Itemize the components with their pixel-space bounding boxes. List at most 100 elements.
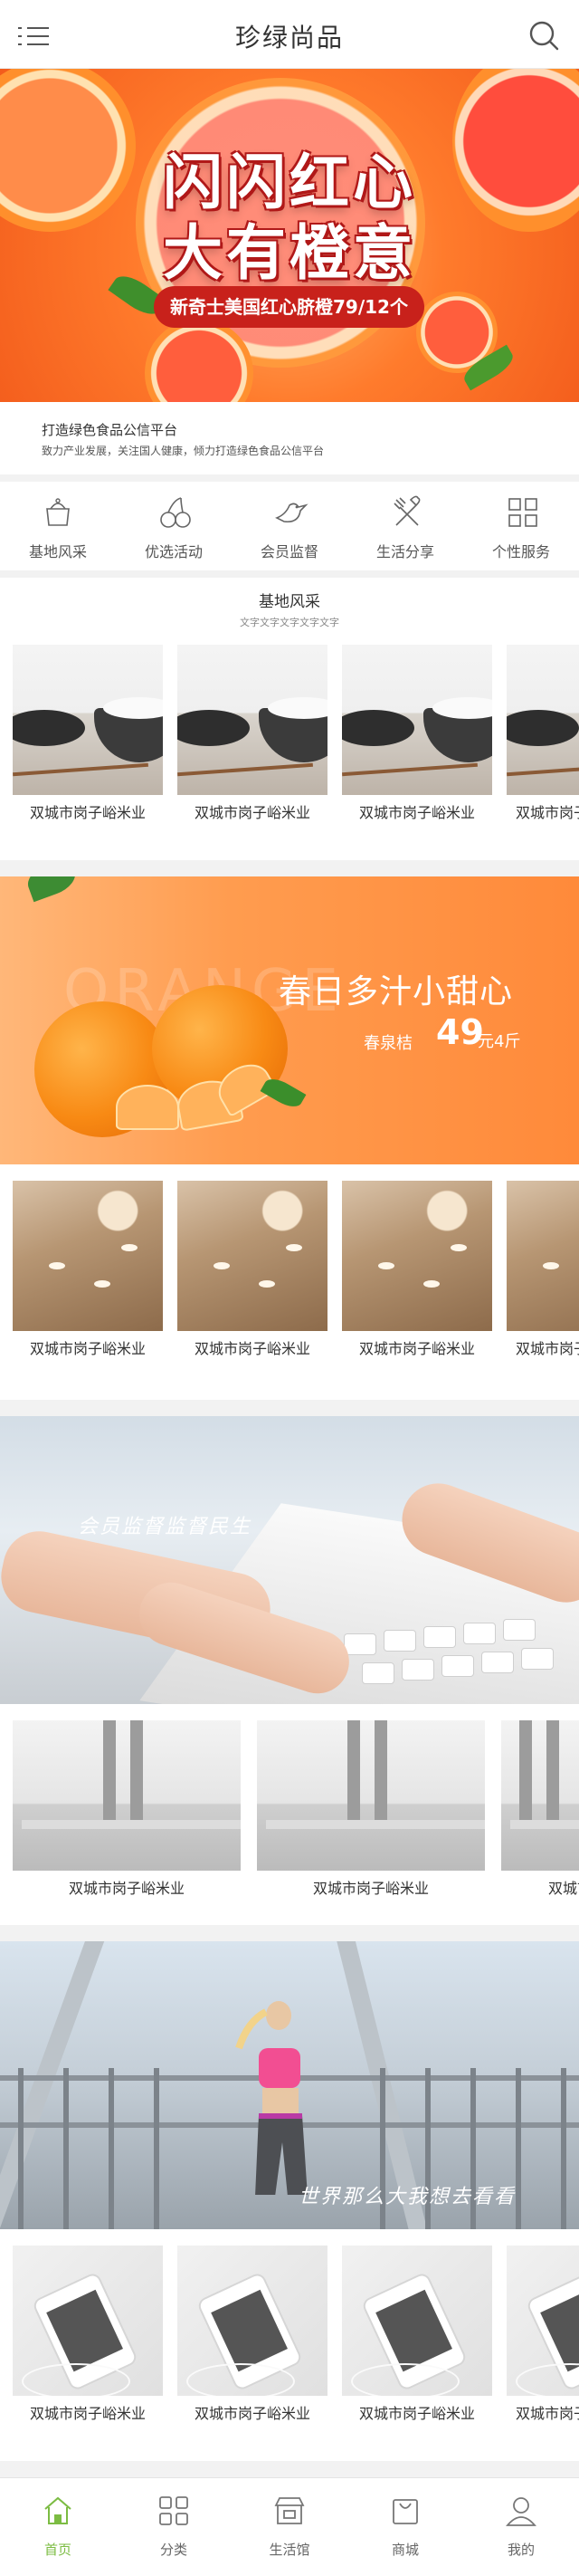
tab-home[interactable]: 首页 <box>0 2478 116 2576</box>
product-image <box>342 645 492 795</box>
banner-product-name: 春泉桔 <box>364 1034 413 1053</box>
nav-label: 优选活动 <box>144 543 203 560</box>
banner-slogan: 春日多汁小甜心 <box>279 973 514 1010</box>
tab-category[interactable]: 分类 <box>116 2478 232 2576</box>
divider <box>0 570 579 578</box>
home-icon <box>44 2496 71 2524</box>
product-image <box>13 1720 241 1871</box>
banner-price-unit: 元4斤 <box>478 1032 521 1051</box>
tab-lifestyle[interactable]: 生活馆 <box>232 2478 347 2576</box>
product-image <box>177 645 327 795</box>
nav-item-base[interactable]: 基地风采 <box>0 482 116 570</box>
category-icon <box>159 2496 188 2525</box>
product-card[interactable]: 双城市岗子峪米业 <box>507 2246 579 2437</box>
bottom-tab-bar: 首页 分类 生活馆 商城 我的 <box>0 2477 579 2575</box>
product-image <box>507 2246 579 2396</box>
bag-icon <box>393 2499 418 2524</box>
store-icon <box>274 2497 305 2524</box>
hero-banner[interactable]: 闪闪红心 大有橙意 新奇士美国红心脐橙79/12个 <box>0 69 579 402</box>
divider <box>0 1925 579 1941</box>
product-card[interactable]: 双城市岗子峪米业 <box>177 645 327 837</box>
product-image <box>13 645 163 795</box>
tab-label: 商城 <box>391 2542 419 2558</box>
nav-label: 基地风采 <box>28 543 87 560</box>
product-image <box>177 2246 327 2396</box>
nav-label: 生活分享 <box>375 543 434 560</box>
pot-icon <box>46 498 70 526</box>
tab-label: 分类 <box>159 2542 187 2558</box>
nav-item-service[interactable]: 个性服务 <box>463 482 579 570</box>
product-card[interactable]: 双城市岗子峪米业 <box>342 2246 492 2437</box>
product-image <box>507 645 579 795</box>
product-card[interactable]: 双城市岗子峪米业 <box>13 645 163 837</box>
nav-item-member[interactable]: 会员监督 <box>232 482 347 570</box>
product-caption: 双城市岗子峪米业 <box>358 1340 475 1357</box>
utensils-icon <box>394 495 421 526</box>
product-card[interactable]: 双城市岗子峪米业 <box>257 1720 485 1912</box>
tab-label: 我的 <box>507 2542 535 2558</box>
leaf-decoration <box>260 1073 307 1113</box>
product-caption: 双城市岗子峪米业 <box>516 2405 579 2422</box>
nav-label: 个性服务 <box>491 543 550 560</box>
divider <box>0 474 579 482</box>
tab-profile[interactable]: 我的 <box>463 2478 579 2576</box>
divider <box>0 1400 579 1416</box>
product-card[interactable]: 双城市岗子峪米业 <box>501 1720 579 1912</box>
product-image <box>13 1181 163 1331</box>
bird-icon <box>275 503 308 523</box>
product-card[interactable]: 双城市岗子峪米业 <box>177 1181 327 1373</box>
product-image <box>342 1181 492 1331</box>
product-row: 双城市岗子峪米业 双城市岗子峪米业 双城市岗子峪米业 双城市岗子峪米业 <box>0 645 579 837</box>
banner-price: 49 <box>436 1012 484 1052</box>
product-card[interactable]: 双城市岗子峪米业 <box>342 645 492 837</box>
bridge-beam <box>0 1941 113 2229</box>
product-caption: 双城市岗子峪米业 <box>29 1340 146 1357</box>
runner-image <box>235 2001 308 2195</box>
search-icon[interactable] <box>528 20 559 51</box>
product-caption: 双城市岗子峪米业 <box>358 804 475 821</box>
product-card[interactable]: 双城市岗子峪米业 <box>13 1181 163 1373</box>
product-caption: 双城市岗子峪米业 <box>68 1880 185 1897</box>
product-row: 双城市岗子峪米业 双城市岗子峪米业 双城市岗子峪米业 <box>0 1720 579 1912</box>
section-subtitle: 文字文字文字文字文字 <box>240 617 339 628</box>
promo-banner-runner[interactable]: 世界那么大我想去看看 <box>0 1941 579 2229</box>
intro-block: 打造绿色食品公信平台 致力产业发展，关注国人健康，倾力打造绿色食品公信平台 <box>0 402 579 474</box>
divider <box>0 860 579 876</box>
app-header: 珍绿尚品 <box>0 0 579 69</box>
product-image <box>342 2246 492 2396</box>
product-image <box>13 2246 163 2396</box>
nav-label: 会员监督 <box>260 543 318 560</box>
section-heading: 基地风采 文字文字文字文字文字 <box>0 589 579 629</box>
tab-mall[interactable]: 商城 <box>347 2478 463 2576</box>
hero-product-tag: 新奇士美国红心脐橙79/12个 <box>154 286 424 328</box>
nav-item-life[interactable]: 生活分享 <box>347 482 463 570</box>
product-caption: 双城市岗子峪米业 <box>29 2405 146 2422</box>
product-caption: 双城市岗子峪米业 <box>194 2405 310 2422</box>
product-caption: 双城市岗子峪米业 <box>194 804 310 821</box>
product-card[interactable]: 双城市岗子峪米业 <box>507 1181 579 1373</box>
product-image <box>507 1181 579 1331</box>
promo-banner-keyboard[interactable]: 会员监督监督民生 <box>0 1416 579 1704</box>
product-card[interactable]: 双城市岗子峪米业 <box>177 2246 327 2437</box>
product-caption: 双城市岗子峪米业 <box>516 1340 579 1357</box>
section-title: 基地风采 <box>259 593 320 611</box>
app-title: 珍绿尚品 <box>234 23 344 53</box>
product-image <box>257 1720 485 1871</box>
promo-banner-orange[interactable]: ORANGE 春日多汁小甜心 春泉桔 49 元4斤 <box>0 876 579 1164</box>
user-icon <box>506 2497 536 2526</box>
product-card[interactable]: 双城市岗子峪米业 <box>13 2246 163 2437</box>
product-row: 双城市岗子峪米业 双城市岗子峪米业 双城市岗子峪米业 双城市岗子峪米业 <box>0 1181 579 1373</box>
product-card[interactable]: 双城市岗子峪米业 <box>507 645 579 837</box>
product-card[interactable]: 双城市岗子峪米业 <box>342 1181 492 1373</box>
nav-item-activity[interactable]: 优选活动 <box>116 482 232 570</box>
divider <box>0 2461 579 2477</box>
cherry-icon <box>160 497 191 528</box>
product-card[interactable]: 双城市岗子峪米业 <box>13 1720 241 1912</box>
product-image <box>501 1720 579 1871</box>
product-image <box>177 1181 327 1331</box>
product-caption: 双城市岗子峪米业 <box>194 1340 310 1357</box>
banner-slogan: 世界那么大我想去看看 <box>299 2186 517 2208</box>
hero-headline-2: 大有橙意 <box>163 218 416 288</box>
tab-label: 首页 <box>43 2542 71 2558</box>
orange-segment-image <box>116 1085 179 1130</box>
